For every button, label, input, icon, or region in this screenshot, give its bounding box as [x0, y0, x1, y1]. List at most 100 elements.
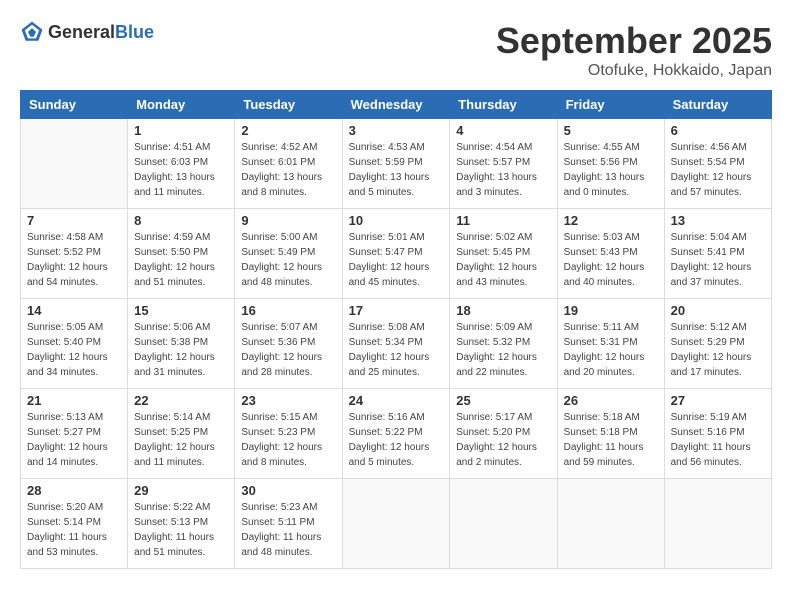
calendar-cell: 28 Sunrise: 5:20 AMSunset: 5:14 PMDayligh… — [21, 479, 128, 569]
day-info: Sunrise: 5:13 AMSunset: 5:27 PMDaylight:… — [27, 410, 121, 470]
day-number: 13 — [671, 213, 765, 228]
calendar-cell: 5 Sunrise: 4:55 AMSunset: 5:56 PMDaylight… — [557, 119, 664, 209]
day-number: 1 — [134, 123, 228, 138]
weekday-header-row: SundayMondayTuesdayWednesdayThursdayFrid… — [21, 91, 772, 119]
calendar-cell: 7 Sunrise: 4:58 AMSunset: 5:52 PMDaylight… — [21, 209, 128, 299]
day-number: 25 — [456, 393, 550, 408]
weekday-header: Thursday — [450, 91, 557, 119]
day-info: Sunrise: 5:11 AMSunset: 5:31 PMDaylight:… — [564, 320, 658, 380]
week-row: 7 Sunrise: 4:58 AMSunset: 5:52 PMDaylight… — [21, 209, 772, 299]
calendar-cell: 25 Sunrise: 5:17 AMSunset: 5:20 PMDayligh… — [450, 389, 557, 479]
day-number: 7 — [27, 213, 121, 228]
calendar-cell: 2 Sunrise: 4:52 AMSunset: 6:01 PMDaylight… — [235, 119, 342, 209]
day-info: Sunrise: 5:01 AMSunset: 5:47 PMDaylight:… — [349, 230, 444, 290]
calendar-cell — [342, 479, 450, 569]
calendar-cell: 18 Sunrise: 5:09 AMSunset: 5:32 PMDayligh… — [450, 299, 557, 389]
day-number: 27 — [671, 393, 765, 408]
page-header: GeneralBlue September 2025 Otofuke, Hokk… — [20, 20, 772, 80]
calendar-cell: 9 Sunrise: 5:00 AMSunset: 5:49 PMDaylight… — [235, 209, 342, 299]
location-title: Otofuke, Hokkaido, Japan — [496, 62, 772, 80]
weekday-header: Tuesday — [235, 91, 342, 119]
day-info: Sunrise: 4:53 AMSunset: 5:59 PMDaylight:… — [349, 140, 444, 200]
day-number: 23 — [241, 393, 335, 408]
calendar-cell: 22 Sunrise: 5:14 AMSunset: 5:25 PMDayligh… — [128, 389, 235, 479]
weekday-header: Sunday — [21, 91, 128, 119]
day-number: 9 — [241, 213, 335, 228]
day-info: Sunrise: 5:09 AMSunset: 5:32 PMDaylight:… — [456, 320, 550, 380]
calendar-cell: 27 Sunrise: 5:19 AMSunset: 5:16 PMDayligh… — [664, 389, 771, 479]
calendar-cell — [21, 119, 128, 209]
calendar-table: SundayMondayTuesdayWednesdayThursdayFrid… — [20, 90, 772, 569]
day-info: Sunrise: 5:00 AMSunset: 5:49 PMDaylight:… — [241, 230, 335, 290]
day-info: Sunrise: 5:20 AMSunset: 5:14 PMDaylight:… — [27, 500, 121, 560]
day-number: 14 — [27, 303, 121, 318]
calendar-cell: 20Sunrise: 5:12 AMSunset: 5:29 PMDayligh… — [664, 299, 771, 389]
day-number: 30 — [241, 483, 335, 498]
day-info: Sunrise: 5:17 AMSunset: 5:20 PMDaylight:… — [456, 410, 550, 470]
day-number: 26 — [564, 393, 658, 408]
day-info: Sunrise: 5:06 AMSunset: 5:38 PMDaylight:… — [134, 320, 228, 380]
calendar-cell: 4Sunrise: 4:54 AMSunset: 5:57 PMDaylight… — [450, 119, 557, 209]
title-block: September 2025 Otofuke, Hokkaido, Japan — [496, 20, 772, 80]
day-info: Sunrise: 4:52 AMSunset: 6:01 PMDaylight:… — [241, 140, 335, 200]
day-info: Sunrise: 5:15 AMSunset: 5:23 PMDaylight:… — [241, 410, 335, 470]
calendar-cell: 8 Sunrise: 4:59 AMSunset: 5:50 PMDaylight… — [128, 209, 235, 299]
calendar-cell: 23 Sunrise: 5:15 AMSunset: 5:23 PMDayligh… — [235, 389, 342, 479]
day-number: 17 — [349, 303, 444, 318]
day-number: 3 — [349, 123, 444, 138]
calendar-cell: 24 Sunrise: 5:16 AMSunset: 5:22 PMDayligh… — [342, 389, 450, 479]
calendar-cell: 19Sunrise: 5:11 AMSunset: 5:31 PMDayligh… — [557, 299, 664, 389]
calendar-cell: 29Sunrise: 5:22 AMSunset: 5:13 PMDayligh… — [128, 479, 235, 569]
day-info: Sunrise: 5:16 AMSunset: 5:22 PMDaylight:… — [349, 410, 444, 470]
calendar-cell: 14Sunrise: 5:05 AMSunset: 5:40 PMDayligh… — [21, 299, 128, 389]
weekday-header: Wednesday — [342, 91, 450, 119]
day-number: 22 — [134, 393, 228, 408]
week-row: 1 Sunrise: 4:51 AMSunset: 6:03 PMDaylight… — [21, 119, 772, 209]
calendar-cell: 3 Sunrise: 4:53 AMSunset: 5:59 PMDaylight… — [342, 119, 450, 209]
day-number: 18 — [456, 303, 550, 318]
day-info: Sunrise: 5:04 AMSunset: 5:41 PMDaylight:… — [671, 230, 765, 290]
day-info: Sunrise: 5:14 AMSunset: 5:25 PMDaylight:… — [134, 410, 228, 470]
day-number: 10 — [349, 213, 444, 228]
day-info: Sunrise: 5:23 AMSunset: 5:11 PMDaylight:… — [241, 500, 335, 560]
calendar-cell: 21Sunrise: 5:13 AMSunset: 5:27 PMDayligh… — [21, 389, 128, 479]
day-info: Sunrise: 4:58 AMSunset: 5:52 PMDaylight:… — [27, 230, 121, 290]
month-title: September 2025 — [496, 20, 772, 62]
calendar-cell: 26 Sunrise: 5:18 AMSunset: 5:18 PMDayligh… — [557, 389, 664, 479]
logo: GeneralBlue — [20, 20, 154, 44]
weekday-header: Friday — [557, 91, 664, 119]
day-number: 28 — [27, 483, 121, 498]
day-info: Sunrise: 5:18 AMSunset: 5:18 PMDaylight:… — [564, 410, 658, 470]
day-info: Sunrise: 4:56 AMSunset: 5:54 PMDaylight:… — [671, 140, 765, 200]
calendar-cell: 6 Sunrise: 4:56 AMSunset: 5:54 PMDaylight… — [664, 119, 771, 209]
calendar-cell: 17Sunrise: 5:08 AMSunset: 5:34 PMDayligh… — [342, 299, 450, 389]
calendar-cell: 30 Sunrise: 5:23 AMSunset: 5:11 PMDayligh… — [235, 479, 342, 569]
day-info: Sunrise: 4:54 AMSunset: 5:57 PMDaylight:… — [456, 140, 550, 200]
logo-blue: Blue — [115, 22, 154, 42]
day-info: Sunrise: 5:03 AMSunset: 5:43 PMDaylight:… — [564, 230, 658, 290]
week-row: 28 Sunrise: 5:20 AMSunset: 5:14 PMDayligh… — [21, 479, 772, 569]
calendar-cell: 13 Sunrise: 5:04 AMSunset: 5:41 PMDayligh… — [664, 209, 771, 299]
day-info: Sunrise: 4:51 AMSunset: 6:03 PMDaylight:… — [134, 140, 228, 200]
weekday-header: Saturday — [664, 91, 771, 119]
day-info: Sunrise: 4:55 AMSunset: 5:56 PMDaylight:… — [564, 140, 658, 200]
day-number: 6 — [671, 123, 765, 138]
day-number: 24 — [349, 393, 444, 408]
calendar-cell: 12 Sunrise: 5:03 AMSunset: 5:43 PMDayligh… — [557, 209, 664, 299]
logo-general: General — [48, 22, 115, 42]
day-number: 5 — [564, 123, 658, 138]
week-row: 21Sunrise: 5:13 AMSunset: 5:27 PMDayligh… — [21, 389, 772, 479]
day-info: Sunrise: 5:07 AMSunset: 5:36 PMDaylight:… — [241, 320, 335, 380]
day-number: 2 — [241, 123, 335, 138]
calendar-cell: 15Sunrise: 5:06 AMSunset: 5:38 PMDayligh… — [128, 299, 235, 389]
weekday-header: Monday — [128, 91, 235, 119]
logo-icon — [20, 20, 44, 44]
calendar-cell — [664, 479, 771, 569]
day-info: Sunrise: 4:59 AMSunset: 5:50 PMDaylight:… — [134, 230, 228, 290]
day-number: 8 — [134, 213, 228, 228]
day-info: Sunrise: 5:19 AMSunset: 5:16 PMDaylight:… — [671, 410, 765, 470]
day-number: 12 — [564, 213, 658, 228]
calendar-cell — [557, 479, 664, 569]
calendar-cell: 1 Sunrise: 4:51 AMSunset: 6:03 PMDaylight… — [128, 119, 235, 209]
day-info: Sunrise: 5:12 AMSunset: 5:29 PMDaylight:… — [671, 320, 765, 380]
